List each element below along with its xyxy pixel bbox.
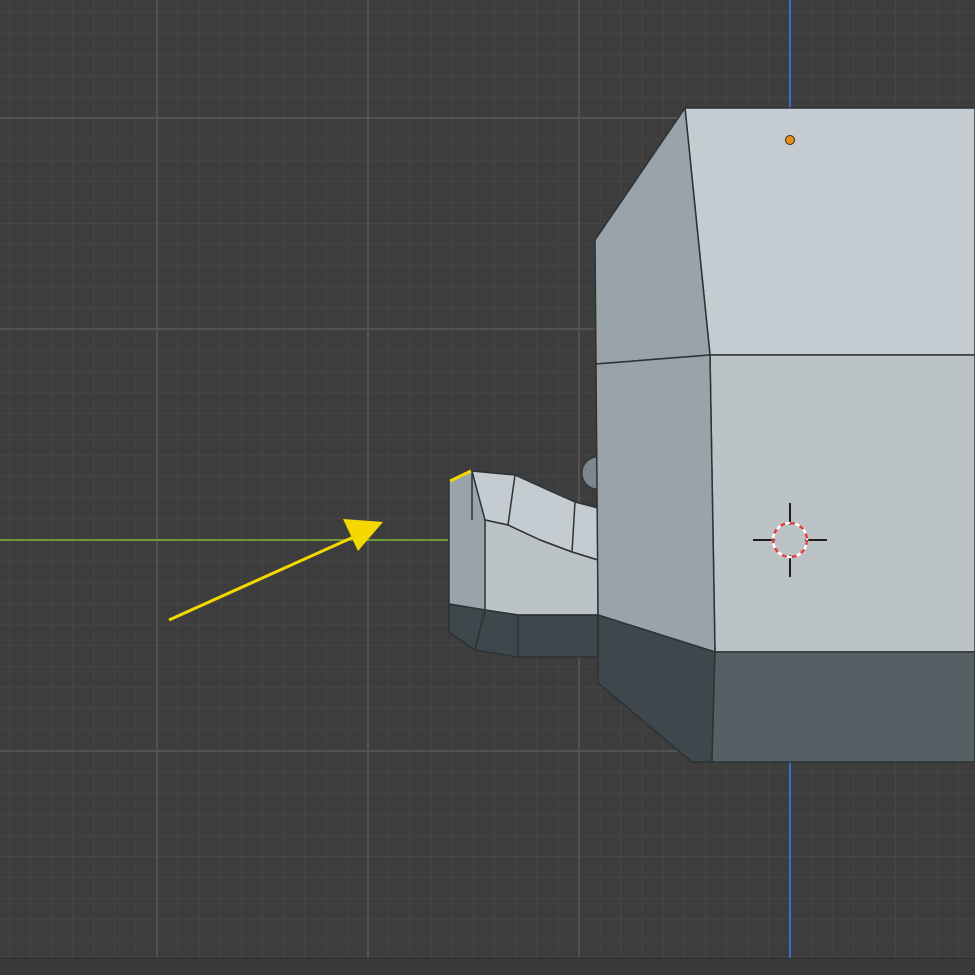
main-mesh-front-face <box>709 354 975 653</box>
small-mesh-object[interactable] <box>448 470 599 658</box>
main-mesh-object[interactable] <box>594 107 975 763</box>
3d-viewport[interactable] <box>0 0 975 975</box>
viewport-scene[interactable] <box>0 0 975 975</box>
origin-dot-icon <box>785 135 795 145</box>
main-mesh-lower-side-face <box>595 354 716 653</box>
main-mesh-bottom-face <box>711 651 975 763</box>
main-mesh-top-face <box>684 107 975 356</box>
arrow-annotation-icon <box>168 519 383 622</box>
bottom-ruler <box>0 958 975 975</box>
